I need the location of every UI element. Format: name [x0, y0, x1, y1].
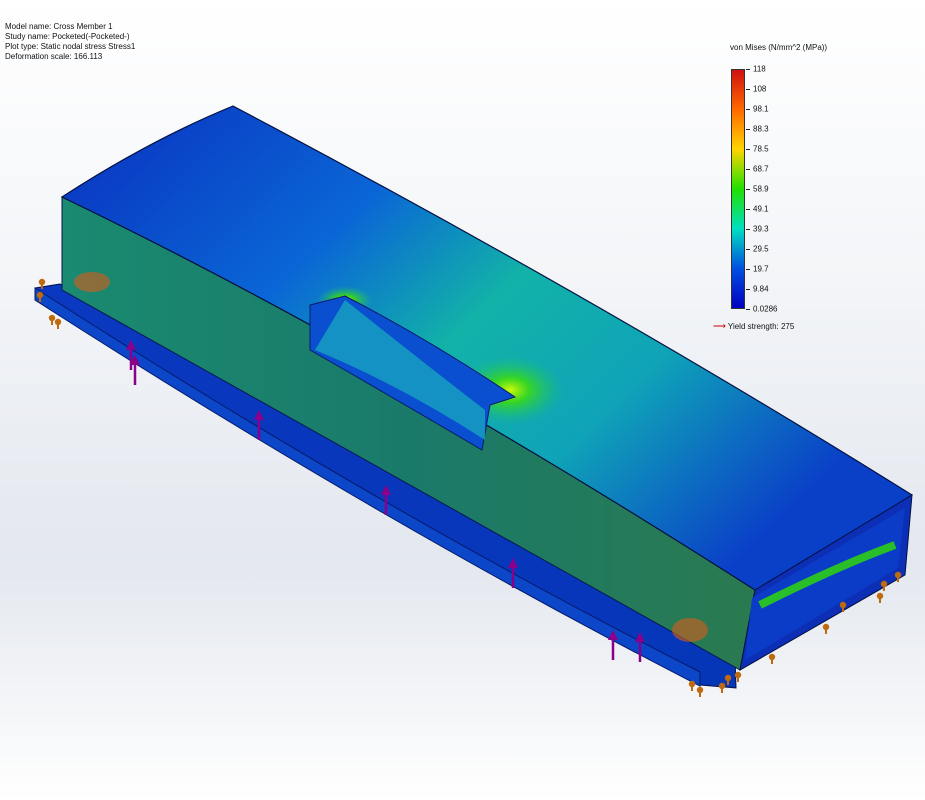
legend-tick — [746, 149, 750, 150]
legend-tick-label: 98.1 — [753, 104, 769, 114]
legend-tick-label: 49.1 — [753, 204, 769, 214]
legend-tick-label: 88.3 — [753, 124, 769, 134]
legend-tick — [746, 309, 750, 310]
yield-arrow-icon: ⟶ — [713, 321, 726, 331]
fixture-icon — [768, 653, 776, 664]
legend-tick-label: 19.7 — [753, 264, 769, 274]
legend-tick-label: 29.5 — [753, 244, 769, 254]
legend-tick-label: 58.9 — [753, 184, 769, 194]
fixture-icon — [54, 318, 62, 329]
yield-strength-label: Yield strength: 275 — [727, 322, 795, 331]
legend-color-bar — [731, 69, 745, 309]
legend-tick — [746, 89, 750, 90]
legend-tick — [746, 229, 750, 230]
legend-tick-label: 68.7 — [753, 164, 769, 174]
legend-tick-label: 9.84 — [753, 284, 769, 294]
legend-tick — [746, 169, 750, 170]
legend-tick — [746, 129, 750, 130]
stress-legend: von Mises (N/mm^2 (MPa)) 118 108 98.1 88.3 7… — [700, 40, 900, 340]
legend-tick — [746, 269, 750, 270]
legend-tick — [746, 69, 750, 70]
legend-tick — [746, 109, 750, 110]
legend-tick-label: 78.5 — [753, 144, 769, 154]
legend-tick-label: 108 — [753, 84, 767, 94]
legend-title: von Mises (N/mm^2 (MPa)) — [730, 43, 828, 52]
legend-tick-label: 39.3 — [753, 224, 769, 234]
fixture-icon — [696, 686, 704, 697]
legend-tick-label: 0.0286 — [753, 304, 778, 314]
fixture-icon — [48, 314, 56, 325]
fixture-icon — [688, 680, 696, 691]
fixture-icon — [876, 592, 884, 603]
legend-tick — [746, 289, 750, 290]
yield-strength-indicator: ⟶ Yield strength: 275 — [713, 321, 794, 332]
legend-tick — [746, 249, 750, 250]
fixture-icon — [718, 682, 726, 693]
fixture-icon — [822, 623, 830, 634]
stress-hotspot-left — [74, 272, 110, 292]
fixture-icon — [880, 580, 888, 591]
stress-hotspot-right — [672, 618, 708, 642]
legend-tick — [746, 189, 750, 190]
legend-tick-label: 118 — [753, 64, 766, 74]
legend-tick — [746, 209, 750, 210]
